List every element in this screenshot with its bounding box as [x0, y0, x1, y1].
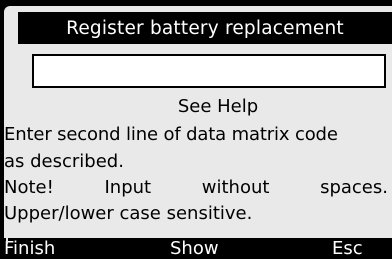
- note-word: without: [201, 177, 270, 198]
- device-screen: Register battery replacement See Help En…: [0, 0, 392, 259]
- note-word: Note!: [4, 177, 54, 198]
- softkey-bar: Finish Show Esc: [0, 238, 392, 259]
- instruction-line-2: as described.: [4, 151, 124, 172]
- esc-softkey[interactable]: Esc: [332, 238, 363, 259]
- dialog-panel: Register battery replacement See Help En…: [4, 6, 392, 242]
- dialog-title: Register battery replacement: [18, 12, 392, 44]
- see-help-link[interactable]: See Help: [4, 96, 392, 117]
- instruction-line-1: Enter second line of data matrix code: [4, 124, 338, 145]
- show-softkey[interactable]: Show: [170, 238, 219, 259]
- code-input-field[interactable]: [32, 54, 386, 88]
- note-word: Input: [104, 177, 152, 198]
- instruction-line-4: Upper/lower case sensitive.: [4, 203, 253, 224]
- dialog-title-text: Register battery replacement: [66, 17, 344, 39]
- note-word: spaces.: [320, 177, 388, 198]
- softkey-divider: [6, 236, 8, 244]
- finish-softkey[interactable]: Finish: [4, 238, 55, 259]
- instruction-note-line: Note! Input without spaces.: [4, 177, 388, 198]
